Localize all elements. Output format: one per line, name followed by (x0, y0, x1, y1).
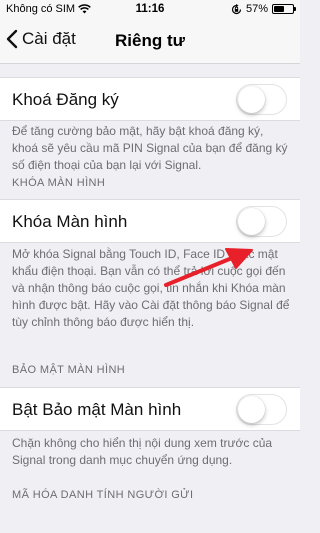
screen-lock-toggle[interactable] (236, 206, 287, 237)
screen-lock-label: Khóa Màn hình (12, 212, 128, 231)
screen-lock-note: Mở khóa Signal bằng Touch ID, Face ID ho… (12, 247, 290, 329)
screen-security-label: Bật Bảo mật Màn hình (12, 400, 182, 419)
orientation-lock-icon (231, 3, 242, 14)
settings-list[interactable]: Khoá Đăng ký Để tăng cường bảo mật, hãy … (0, 65, 300, 533)
sender-identity-section-header: MÃ HÓA DANH TÍNH NGƯỜI GỬI (12, 489, 194, 501)
screen-lock-section-header: KHÓA MÀN HÌNH (12, 177, 106, 189)
toggle-knob (238, 86, 265, 113)
registration-lock-label: Khoá Đăng ký (12, 90, 119, 109)
battery-icon (272, 4, 296, 14)
registration-lock-row[interactable]: Khoá Đăng ký (0, 77, 300, 121)
registration-lock-toggle[interactable] (236, 84, 287, 115)
status-bar: Không có SIM 11:16 57% (0, 0, 300, 20)
registration-lock-note: Để tăng cường bảo mật, hãy bật khoá đăng… (12, 124, 288, 172)
toggle-knob (238, 208, 265, 235)
status-right: 57% (231, 3, 296, 15)
screen-security-section-header: BẢO MẬT MÀN HÌNH (12, 364, 126, 376)
navigation-bar: Cài đặt Riêng tư (0, 20, 300, 64)
screen-security-note: Chặn không cho hiển thị nội dung xem trư… (12, 436, 273, 467)
screen-security-toggle[interactable] (236, 394, 287, 425)
toggle-knob (238, 396, 265, 423)
battery-percent: 57% (245, 3, 268, 15)
screen-lock-row[interactable]: Khóa Màn hình (0, 199, 300, 243)
page-title: Riêng tư (115, 31, 185, 50)
battery-fill (274, 6, 285, 12)
screen-security-row[interactable]: Bật Bảo mật Màn hình (0, 387, 300, 431)
